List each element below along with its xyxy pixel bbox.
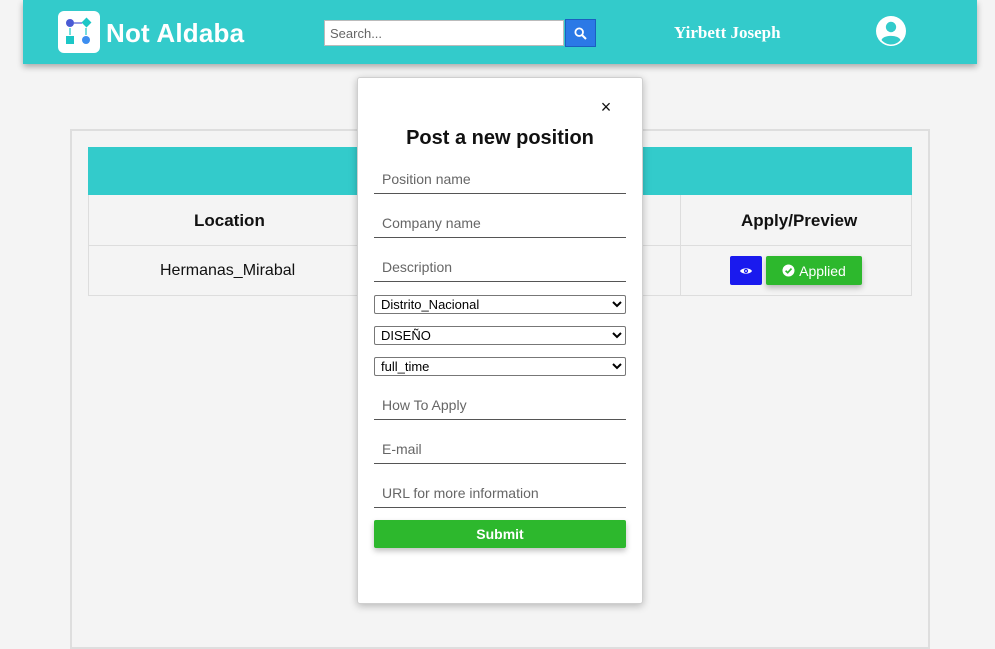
search-icon xyxy=(574,26,587,40)
navbar: Not Aldaba Yirbett Joseph xyxy=(23,0,977,64)
logo[interactable] xyxy=(58,11,100,53)
user-account-icon[interactable] xyxy=(875,15,907,47)
close-button[interactable]: × xyxy=(597,98,615,116)
column-header-apply-preview: Apply/Preview xyxy=(741,211,858,230)
search-button[interactable] xyxy=(565,19,596,47)
username[interactable]: Yirbett Joseph xyxy=(674,23,781,43)
submit-button[interactable]: Submit xyxy=(374,520,626,548)
how-to-apply-input[interactable] xyxy=(374,390,626,420)
preview-button[interactable] xyxy=(730,256,762,285)
check-circle-icon xyxy=(782,264,795,277)
column-header-location: Location xyxy=(194,211,265,230)
position-name-input[interactable] xyxy=(374,164,626,194)
brand-name[interactable]: Not Aldaba xyxy=(106,18,244,48)
eye-icon xyxy=(740,267,752,274)
email-input[interactable] xyxy=(374,434,626,464)
location-select[interactable]: Distrito_Nacional xyxy=(374,295,626,314)
location-cell: Hermanas_Mirabal xyxy=(160,262,296,279)
logo-icon xyxy=(66,17,92,44)
category-select[interactable]: DISEÑO xyxy=(374,326,626,345)
modal-title: Post a new position xyxy=(406,127,594,149)
description-input[interactable] xyxy=(374,252,626,282)
job-type-select[interactable]: full_time xyxy=(374,357,626,376)
search-input[interactable] xyxy=(324,20,564,46)
company-name-input[interactable] xyxy=(374,208,626,238)
url-input[interactable] xyxy=(374,478,626,508)
column-divider xyxy=(680,195,681,296)
applied-button[interactable]: Applied xyxy=(766,256,862,285)
applied-label: Applied xyxy=(799,262,846,279)
post-position-modal: × Post a new position Distrito_Nacional … xyxy=(357,77,643,604)
